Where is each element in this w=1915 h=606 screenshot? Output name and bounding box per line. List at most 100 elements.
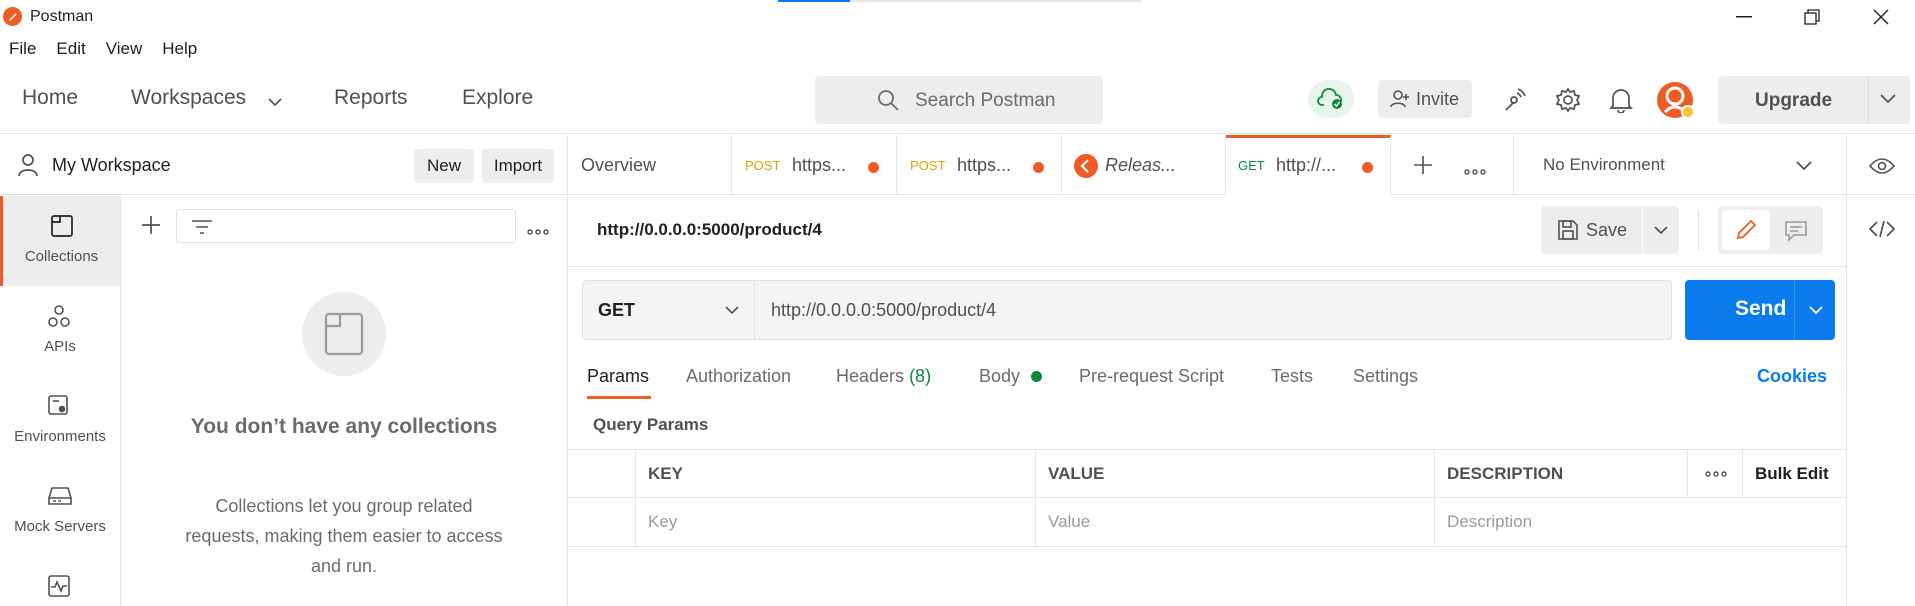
- column-header-description: DESCRIPTION: [1434, 450, 1687, 498]
- new-button[interactable]: New: [414, 149, 474, 183]
- tab-headers[interactable]: Headers (8): [836, 366, 931, 387]
- save-button[interactable]: Save: [1541, 206, 1642, 254]
- nav-workspaces[interactable]: Workspaces: [131, 86, 246, 110]
- sidebar-item-monitors[interactable]: [0, 556, 120, 606]
- column-header-key: KEY: [635, 450, 1035, 498]
- menu-help[interactable]: Help: [162, 34, 197, 64]
- upgrade-label: Upgrade: [1755, 90, 1833, 111]
- nav-reports[interactable]: Reports: [334, 86, 408, 110]
- tab-post-request-2[interactable]: POST https...: [897, 135, 1062, 195]
- method-badge: POST: [910, 158, 946, 173]
- menu-bar: File Edit View Help: [0, 34, 1915, 64]
- divider: [568, 266, 1846, 267]
- send-label: Send: [1735, 297, 1787, 320]
- column-options-icon[interactable]: [1687, 450, 1742, 498]
- import-button[interactable]: Import: [482, 149, 554, 183]
- tab-post-request-1[interactable]: POST https...: [732, 135, 897, 195]
- filter-input[interactable]: [176, 209, 516, 243]
- nav-explore[interactable]: Explore: [462, 86, 533, 110]
- tab-body[interactable]: Body: [979, 366, 1020, 387]
- nav-home[interactable]: Home: [22, 86, 78, 110]
- more-tabs-icon[interactable]: [1464, 162, 1486, 179]
- postman-logo-icon: [3, 7, 22, 26]
- value-input[interactable]: Value: [1035, 498, 1434, 546]
- sidebar-item-label: Collections: [24, 248, 99, 265]
- code-icon[interactable]: [1869, 220, 1895, 238]
- edit-comment-toggle[interactable]: [1718, 206, 1823, 254]
- more-options-icon[interactable]: [527, 222, 549, 239]
- tab-label: http://...: [1276, 155, 1337, 175]
- tab-label: https...: [792, 155, 847, 175]
- tab-get-request[interactable]: GET http://...: [1226, 135, 1391, 195]
- invite-button[interactable]: Invite: [1378, 80, 1472, 118]
- tab-label: https...: [957, 155, 1012, 175]
- empty-state-description: Collections let you group related reques…: [185, 496, 503, 576]
- bulk-edit-button[interactable]: Bulk Edit: [1742, 450, 1846, 498]
- cookies-link[interactable]: Cookies: [1757, 366, 1827, 387]
- cloud-sync-icon[interactable]: [1308, 80, 1354, 118]
- invite-label: Invite: [1416, 89, 1460, 109]
- tab-releases[interactable]: Releas...: [1062, 135, 1226, 195]
- tab-overview[interactable]: Overview: [568, 135, 732, 195]
- chevron-down-icon[interactable]: [1880, 94, 1896, 104]
- method-label: GET: [598, 300, 636, 320]
- headers-count-badge: (8): [909, 366, 932, 386]
- request-title[interactable]: http://0.0.0.0:5000/product/4: [597, 220, 822, 240]
- avatar[interactable]: [1657, 82, 1695, 119]
- upgrade-button[interactable]: Upgrade: [1718, 76, 1910, 124]
- search-icon: [878, 90, 899, 111]
- chevron-down-icon: [1654, 226, 1668, 235]
- tab-settings[interactable]: Settings: [1353, 366, 1418, 387]
- capture-requests-icon[interactable]: [1495, 81, 1533, 119]
- description-input[interactable]: Description: [1434, 498, 1846, 546]
- save-options-button[interactable]: [1643, 206, 1679, 254]
- menu-edit[interactable]: Edit: [56, 34, 85, 64]
- empty-collection-icon: [302, 292, 386, 376]
- sidebar-item-label: Environments: [14, 428, 106, 445]
- query-params-title: Query Params: [593, 415, 709, 434]
- sidebar-item-apis[interactable]: APIs: [0, 286, 120, 376]
- add-collection-icon[interactable]: [141, 215, 161, 239]
- sidebar-item-collections[interactable]: Collections: [0, 196, 120, 286]
- edit-mode-button[interactable]: [1722, 210, 1770, 250]
- environment-select[interactable]: No Environment: [1513, 135, 1823, 195]
- new-tab-plus-icon[interactable]: [1413, 155, 1433, 179]
- menu-view[interactable]: View: [106, 34, 143, 64]
- chevron-down-icon[interactable]: [268, 94, 282, 111]
- request-tabs-bar: Overview POST https... POST https... Rel…: [568, 135, 1915, 195]
- tab-params[interactable]: Params: [587, 366, 649, 387]
- user-icon: [18, 154, 38, 177]
- menu-file[interactable]: File: [9, 34, 36, 64]
- url-input[interactable]: http://0.0.0.0:5000/product/4: [755, 280, 1672, 340]
- tab-authorization[interactable]: Authorization: [686, 366, 791, 387]
- sidebar-item-environments[interactable]: Environments: [0, 376, 120, 466]
- tab-headers-label: Headers: [836, 366, 905, 386]
- environment-quick-look-icon[interactable]: [1846, 135, 1915, 195]
- table-header-row: KEY VALUE DESCRIPTION Bulk Edit: [568, 449, 1846, 498]
- restore-button[interactable]: [1778, 0, 1846, 34]
- notifications-bell-icon[interactable]: [1602, 81, 1640, 119]
- comment-icon[interactable]: [1784, 220, 1808, 242]
- minimize-button[interactable]: [1710, 0, 1778, 34]
- method-select[interactable]: GET: [582, 280, 755, 340]
- chevron-down-icon[interactable]: [1809, 306, 1823, 315]
- app-title: Postman: [30, 8, 94, 25]
- workspace-title[interactable]: My Workspace: [52, 155, 171, 176]
- tab-tests[interactable]: Tests: [1271, 366, 1313, 387]
- releases-icon: [1074, 154, 1098, 178]
- filter-icon: [192, 220, 212, 234]
- left-rail: Collections APIs Environments Mock Serve…: [0, 196, 121, 606]
- key-input[interactable]: Key: [635, 498, 1035, 546]
- unsaved-dot: [868, 162, 879, 173]
- sidebar-item-mock-servers[interactable]: Mock Servers: [0, 466, 120, 556]
- workspace-bar: My Workspace New Import: [0, 135, 568, 195]
- close-window-button[interactable]: [1847, 0, 1915, 34]
- empty-state-title: You don’t have any collections: [190, 415, 498, 438]
- search-input[interactable]: Search Postman: [815, 76, 1103, 124]
- environments-icon: [48, 395, 68, 415]
- settings-gear-icon[interactable]: [1549, 81, 1587, 119]
- tab-pre-request-script[interactable]: Pre-request Script: [1079, 366, 1224, 387]
- chevron-down-icon: [1796, 161, 1812, 171]
- send-button[interactable]: Send: [1685, 280, 1835, 340]
- unsaved-dot: [1033, 162, 1044, 173]
